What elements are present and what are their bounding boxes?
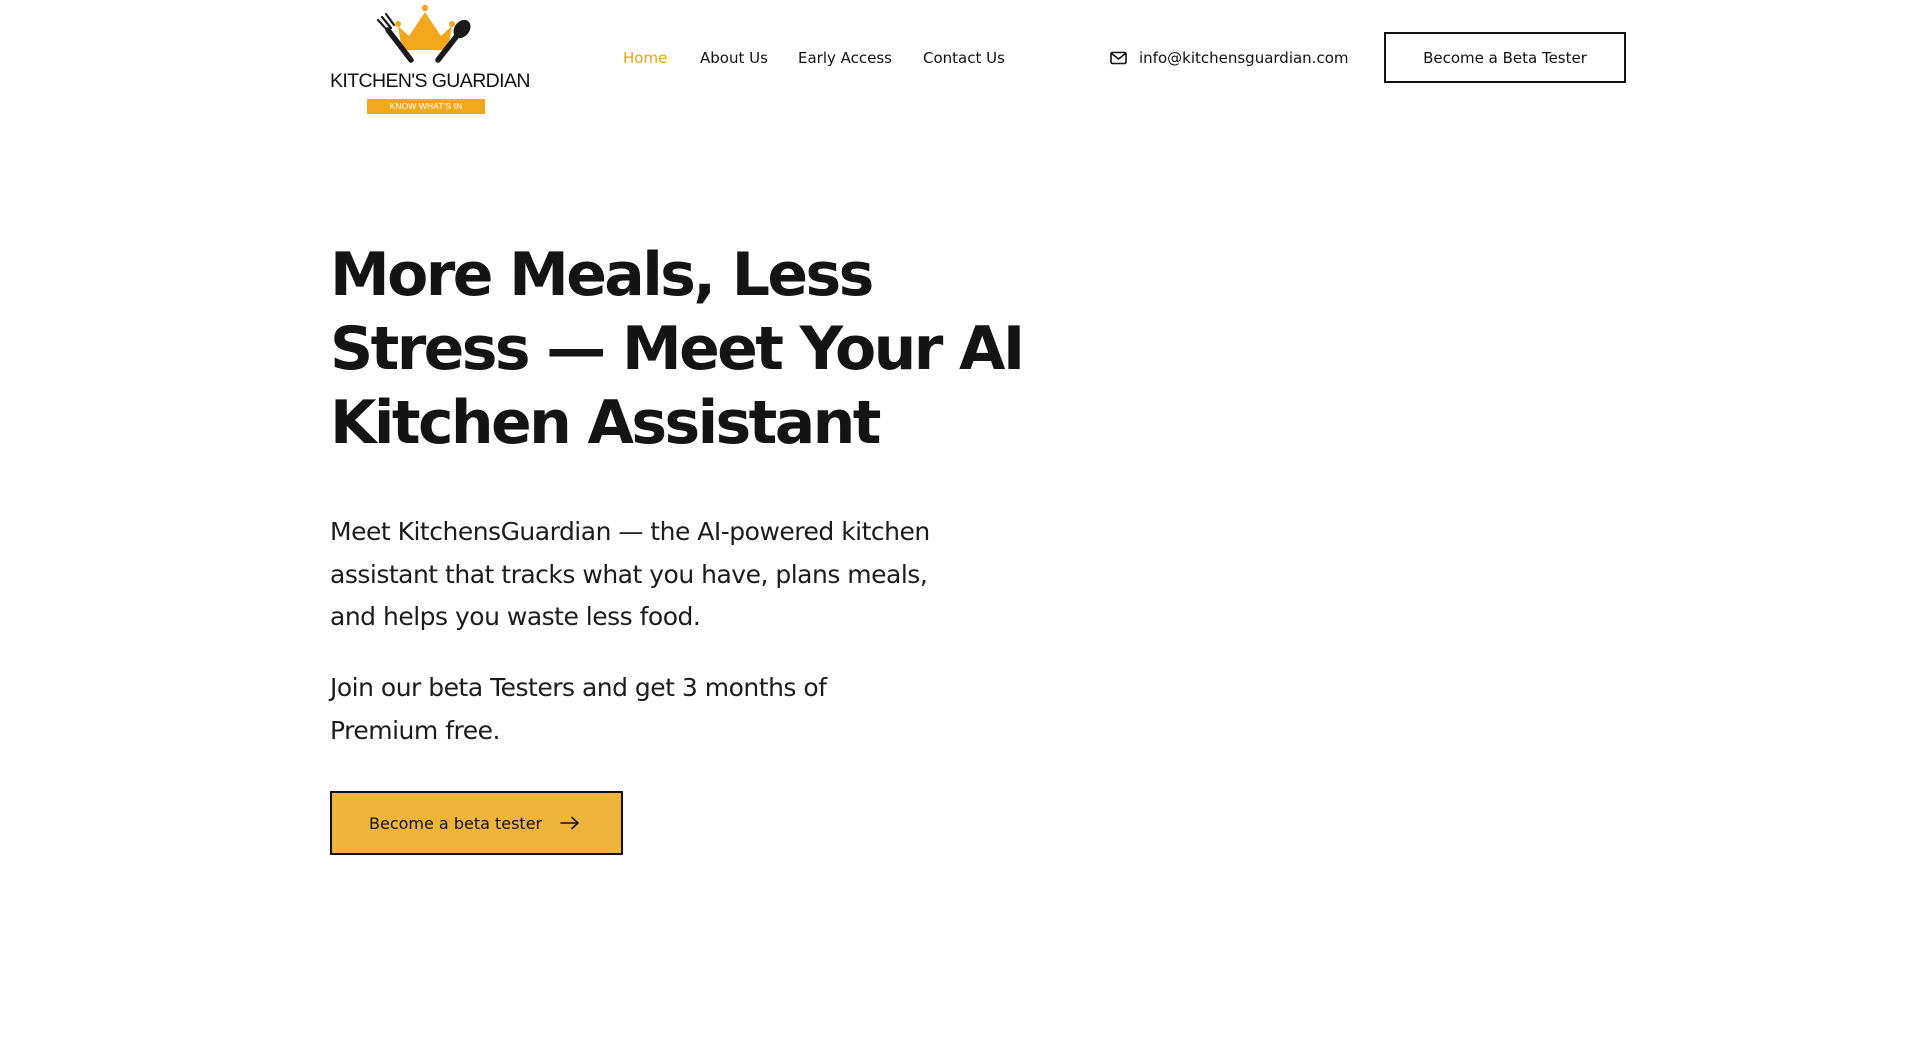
contact-email-text: info@kitchensguardian.com — [1139, 49, 1349, 67]
hero-title: More Meals, Less Stress — Meet Your AI K… — [330, 240, 1025, 458]
nav-item-home[interactable]: Home — [623, 48, 667, 68]
header-beta-tester-button[interactable]: Become a Beta Tester — [1384, 32, 1626, 83]
nav-item-contact-us[interactable]: Contact Us — [923, 48, 1005, 68]
contact-email-link[interactable]: info@kitchensguardian.com — [1110, 48, 1349, 68]
hero-beta-tester-button[interactable]: Become a beta tester — [330, 791, 623, 855]
envelope-icon — [1110, 51, 1127, 65]
nav-item-about-us[interactable]: About Us — [700, 48, 768, 68]
logo-wordmark: KITCHEN'S GUARDIAN — [330, 70, 530, 92]
site-header: KITCHEN'S GUARDIAN KNOW WHAT'S IN Home A… — [0, 0, 1931, 130]
hero-offer-text: Join our beta Testers and get 3 months o… — [330, 673, 827, 745]
nav-item-early-access[interactable]: Early Access — [798, 48, 892, 68]
logo-tagline: KNOW WHAT'S IN — [367, 99, 485, 114]
arrow-right-icon — [560, 816, 579, 830]
brand-logo[interactable]: KITCHEN'S GUARDIAN KNOW WHAT'S IN — [330, 0, 530, 118]
crown-cutlery-logo-icon — [376, 4, 471, 63]
hero-description: Meet KitchensGuardian — the AI-powered k… — [330, 517, 930, 631]
hero-cta-label: Become a beta tester — [369, 813, 543, 833]
